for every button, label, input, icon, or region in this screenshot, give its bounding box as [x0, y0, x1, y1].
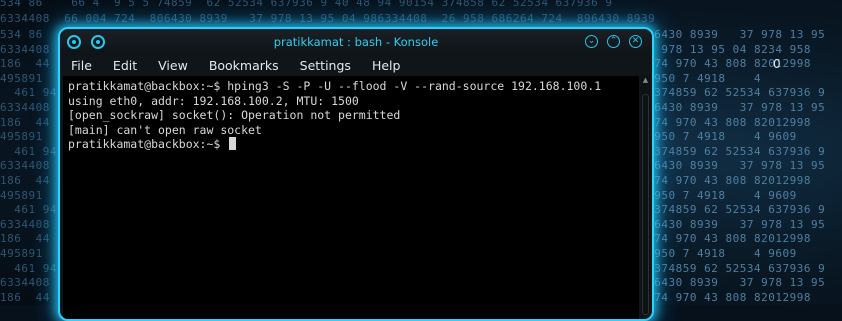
- wallpaper-digit-line: 2574 970 43 808 82012998: [640, 232, 811, 246]
- wallpaper-digits-top-2: 6334408 66 004 724 806430 8939 37 978 13…: [0, 12, 656, 25]
- wallpaper-digit-line: 5 374859 62 52534 637936 9: [640, 261, 826, 275]
- wallpaper-digit-line: 495891: [0, 188, 43, 202]
- desktop-label: 0: [773, 57, 781, 71]
- konsole-window: pratikkamat : bash - Konsole ⌄ ⌃ ✕ File …: [58, 27, 654, 321]
- text-cursor: [229, 137, 237, 150]
- scroll-up-icon[interactable]: ▲: [641, 76, 650, 85]
- wallpaper-digit-line: 186 44 2: [0, 174, 65, 187]
- menu-edit[interactable]: Edit: [110, 58, 140, 73]
- wallpaper-digits-top: 534 86 66 4 9 5 5 74859 62 52534 637936 …: [0, 0, 613, 9]
- wallpaper-digit-line: 461 94: [0, 86, 57, 100]
- maximize-icon[interactable]: ⌃: [607, 35, 620, 48]
- terminal-prompt: pratikkamat@backbox:~$: [68, 137, 228, 151]
- wallpaper-digit-line: 0 950 7 4918 4 9609: [640, 130, 797, 144]
- wallpaper-digit-line: 5 374859 62 52534 637936 9: [640, 203, 826, 217]
- wallpaper-digit-line: 6334408: [0, 276, 50, 290]
- wallpaper-digit-line: 0 950 7 4918 4 9609: [640, 247, 797, 260]
- wallpaper-digit-line: 0 950 7 4918 4: [640, 71, 762, 85]
- scroll-track[interactable]: [642, 94, 649, 315]
- wallpaper-digit-line: 186 44 2: [0, 115, 65, 129]
- wallpaper-digit-line: 186 44 2: [0, 232, 65, 246]
- titlebar[interactable]: pratikkamat : bash - Konsole ⌄ ⌃ ✕: [60, 29, 652, 55]
- wallpaper-digit-line: 495891: [0, 247, 43, 260]
- wallpaper-digit-line: 5 978 13 95 04 8234 958: [640, 42, 811, 56]
- terminal-line-interface: using eth0, addr: 192.168.100.2, MTU: 15…: [68, 93, 359, 108]
- menubar: File Edit View Bookmarks Settings Help: [60, 55, 652, 75]
- wallpaper-digit-line: 2574 970 43 808 82012998: [640, 290, 811, 304]
- scrollbar[interactable]: ▲: [641, 76, 650, 319]
- wallpaper-digit-line: 5 374859 62 52534 637936 9: [640, 144, 826, 158]
- terminal-line-command: pratikkamat@backbox:~$ hping3 -S -P -U -…: [68, 79, 602, 93]
- wallpaper-digit-line: 6334408: [0, 159, 50, 173]
- wallpaper-digit-line: 0 950 7 4918 4 9609: [640, 188, 797, 202]
- wallpaper-digit-line: 6334408: [0, 42, 50, 56]
- wallpaper-digit-line: 896430 8939 37 978 13 95: [640, 159, 826, 173]
- wallpaper-digit-line: 534 86: [0, 28, 43, 41]
- wallpaper-digit-line: 186 44 2: [0, 290, 65, 304]
- menu-view[interactable]: View: [155, 58, 191, 73]
- wallpaper-digit-line: 896430 8939 37 978 13 95: [640, 101, 826, 114]
- menu-bookmarks[interactable]: Bookmarks: [206, 58, 282, 73]
- wallpaper-digit-line: 5 374859 62 52534 637936 9: [640, 86, 826, 100]
- window-title: pratikkamat : bash - Konsole: [273, 35, 439, 49]
- wallpaper-digit-line: 461 94: [0, 203, 57, 217]
- menu-help[interactable]: Help: [369, 58, 404, 73]
- wallpaper-digit-line: 2574 970 43 808 82012998: [640, 174, 811, 187]
- menu-settings[interactable]: Settings: [297, 58, 354, 73]
- wallpaper-digit-line: 6334408: [0, 217, 50, 231]
- wallpaper-digit-line: 2574 970 43 808 82012998: [640, 115, 811, 129]
- wallpaper-digit-line: 6334408: [0, 101, 50, 114]
- wallpaper-digit-line: 186 44 2: [0, 57, 65, 71]
- close-icon[interactable]: ✕: [629, 35, 642, 48]
- wallpaper-digit-line: 896430 8939 37 978 13 95: [640, 217, 826, 231]
- minimize-icon[interactable]: ⌄: [585, 35, 598, 48]
- wallpaper-digit-line: 896430 8939 37 978 13 95: [640, 28, 826, 41]
- terminal-output[interactable]: pratikkamat@backbox:~$ hping3 -S -P -U -…: [63, 76, 639, 319]
- wallpaper-digit-line: 461 94: [0, 261, 57, 275]
- wallpaper-digit-line: 461 94: [0, 144, 57, 158]
- menu-file[interactable]: File: [68, 58, 95, 73]
- wallpaper-digit-line: 2574 970 43 808 82012998: [640, 57, 811, 71]
- terminal-line-error-socket: [open_sockraw] socket(): Operation not p…: [68, 108, 401, 122]
- wallpaper-digit-line: 896430 8939 37 978 13 95: [640, 276, 826, 290]
- terminal-prompt-line[interactable]: pratikkamat@backbox:~$: [68, 137, 634, 152]
- wallpaper-digit-line: 495891: [0, 71, 43, 85]
- wallpaper-digit-line: 495891: [0, 130, 43, 144]
- terminal-line-error-raw: [main] can't open raw socket: [68, 122, 262, 137]
